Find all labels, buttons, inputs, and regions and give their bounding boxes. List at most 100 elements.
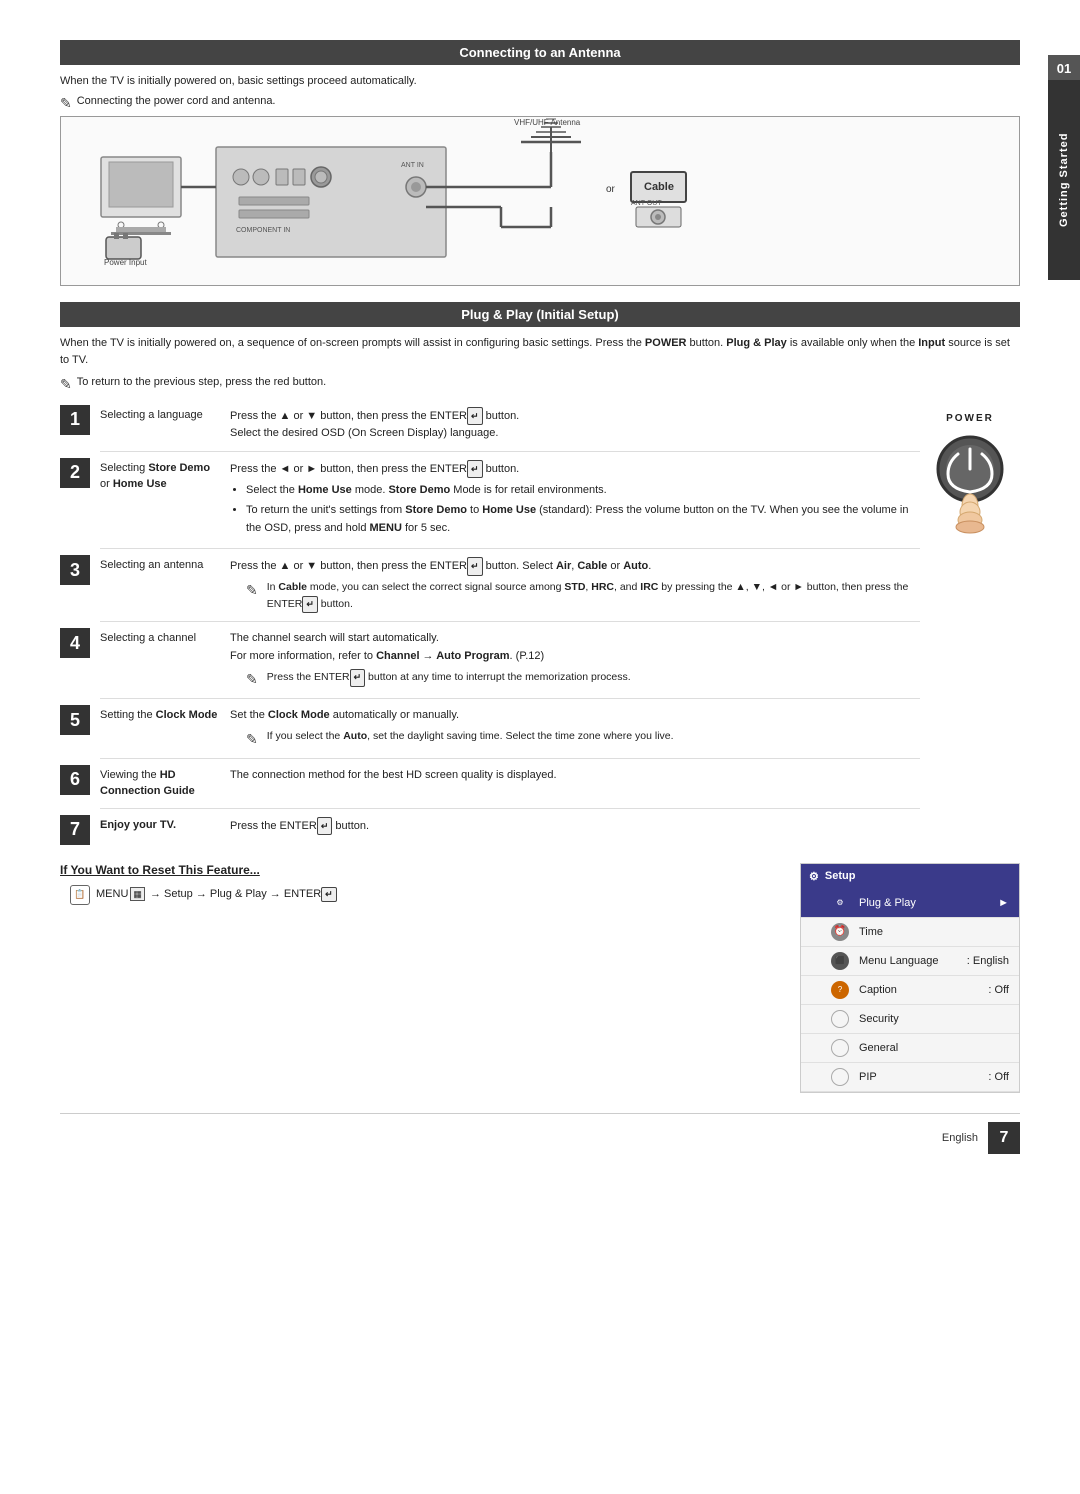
step-divider-3 bbox=[100, 621, 920, 622]
step-desc-4: The channel search will start automatica… bbox=[230, 626, 920, 690]
footer-page: 7 bbox=[988, 1122, 1020, 1154]
step-number-5: 5 bbox=[60, 705, 90, 735]
setup-menu-item-time: ⏰ Time bbox=[801, 918, 1019, 947]
section2-note-line: ✎ To return to the previous step, press … bbox=[60, 376, 1020, 393]
security-icon bbox=[831, 1010, 849, 1028]
step-label-3: Selecting an antenna bbox=[100, 553, 230, 574]
power-side: POWER bbox=[920, 403, 1020, 853]
pencil-icon-1: ✎ bbox=[60, 95, 72, 112]
diagram-svg: COMPONENT IN ANT IN or bbox=[61, 117, 1019, 285]
caption-label: Caption bbox=[859, 984, 897, 996]
power-button-svg bbox=[930, 424, 1010, 534]
pencil-icon-3: ✎ bbox=[246, 580, 258, 601]
pip-icon bbox=[831, 1068, 849, 1086]
svg-text:VHF/UHF Antenna: VHF/UHF Antenna bbox=[514, 118, 581, 127]
step-number-2: 2 bbox=[60, 458, 90, 488]
step-desc-3: Press the ▲ or ▼ button, then press the … bbox=[230, 553, 920, 613]
setup-menu: ⚙ Setup ⚙ Plug & Play ► ⏰ Time ⬛ Menu La… bbox=[800, 863, 1020, 1093]
steps-main: 1 Selecting a language Press the ▲ or ▼ … bbox=[60, 403, 920, 853]
reset-cmd-icon: 📋 bbox=[70, 885, 90, 905]
menulang-label: Menu Language bbox=[859, 955, 939, 967]
caption-icon: ? bbox=[831, 981, 849, 999]
step-divider-6 bbox=[100, 808, 920, 809]
step-label-6: Viewing the HD Connection Guide bbox=[100, 763, 230, 800]
pencil-icon-4: ✎ bbox=[246, 669, 258, 690]
plug-play-label: Plug & Play bbox=[859, 897, 916, 909]
section2-intro: When the TV is initially powered on, a s… bbox=[60, 335, 1020, 370]
general-label: General bbox=[859, 1042, 898, 1054]
setup-menu-item-plug-play: ⚙ Plug & Play ► bbox=[801, 889, 1019, 918]
steps-power-wrapper: 1 Selecting a language Press the ▲ or ▼ … bbox=[60, 403, 1020, 853]
step-divider-2 bbox=[100, 548, 920, 549]
step-row-7: 7 Enjoy your TV. Press the ENTER↵ button… bbox=[60, 813, 920, 845]
side-tab-label: Getting Started bbox=[1048, 80, 1080, 280]
step-number-3: 3 bbox=[60, 555, 90, 585]
step-number-4: 4 bbox=[60, 628, 90, 658]
setup-menu-item-pip: PIP : Off bbox=[801, 1063, 1019, 1092]
step-number-7: 7 bbox=[60, 815, 90, 845]
pencil-icon-2: ✎ bbox=[60, 376, 72, 393]
setup-menu-item-security: Security bbox=[801, 1005, 1019, 1034]
security-label: Security bbox=[859, 1013, 899, 1025]
step-row-6: 6 Viewing the HD Connection Guide The co… bbox=[60, 763, 920, 800]
section1-note: Connecting the power cord and antenna. bbox=[77, 95, 276, 107]
svg-text:or: or bbox=[606, 184, 616, 195]
time-label: Time bbox=[859, 926, 883, 938]
reset-left: If You Want to Reset This Feature... 📋 M… bbox=[60, 863, 780, 905]
caption-value: : Off bbox=[988, 984, 1009, 996]
antenna-diagram: COMPONENT IN ANT IN or bbox=[60, 116, 1020, 286]
section1-note-line: ✎ Connecting the power cord and antenna. bbox=[60, 95, 1020, 112]
side-tab-number: 01 bbox=[1048, 55, 1080, 82]
step-desc-2: Press the ◄ or ► button, then press the … bbox=[230, 456, 920, 540]
step-row-4: 4 Selecting a channel The channel search… bbox=[60, 626, 920, 690]
reset-section: If You Want to Reset This Feature... 📋 M… bbox=[60, 863, 1020, 1093]
menulang-value: : English bbox=[967, 955, 1009, 967]
svg-text:Cable: Cable bbox=[644, 181, 674, 193]
step-divider-1 bbox=[100, 451, 920, 452]
time-icon: ⏰ bbox=[831, 923, 849, 941]
setup-menu-item-menulang: ⬛ Menu Language : English bbox=[801, 947, 1019, 976]
footer-lang: English bbox=[942, 1132, 978, 1144]
section1-header: Connecting to an Antenna bbox=[60, 40, 1020, 65]
pencil-icon-5: ✎ bbox=[246, 729, 258, 750]
step-label-1: Selecting a language bbox=[100, 403, 230, 424]
step-label-5: Setting the Clock Mode bbox=[100, 703, 230, 724]
page-wrapper: 01 Getting Started Connecting to an Ante… bbox=[0, 0, 1080, 1194]
step-label-4: Selecting a channel bbox=[100, 626, 230, 647]
general-icon bbox=[831, 1039, 849, 1057]
step-row-1: 1 Selecting a language Press the ▲ or ▼ … bbox=[60, 403, 920, 443]
plug-play-icon: ⚙ bbox=[831, 894, 849, 912]
section2-header: Plug & Play (Initial Setup) bbox=[60, 302, 1020, 327]
plug-play-arrow: ► bbox=[998, 897, 1009, 909]
reset-title: If You Want to Reset This Feature... bbox=[60, 863, 780, 877]
page-footer: English 7 bbox=[60, 1113, 1020, 1154]
step-number-6: 6 bbox=[60, 765, 90, 795]
setup-menu-header: ⚙ Setup bbox=[801, 864, 1019, 889]
step-label-2: Selecting Store Demoor Home Use bbox=[100, 456, 230, 493]
step-row-2: 2 Selecting Store Demoor Home Use Press … bbox=[60, 456, 920, 540]
step-divider-4 bbox=[100, 698, 920, 699]
step-label-7: Enjoy your TV. bbox=[100, 813, 230, 834]
section2-note: To return to the previous step, press th… bbox=[77, 376, 326, 388]
section1-intro: When the TV is initially powered on, bas… bbox=[60, 73, 1020, 91]
step-desc-5: Set the Clock Mode automatically or manu… bbox=[230, 703, 920, 750]
step-desc-6: The connection method for the best HD sc… bbox=[230, 763, 920, 785]
step-desc-1: Press the ▲ or ▼ button, then press the … bbox=[230, 403, 920, 443]
step-desc-7: Press the ENTER↵ button. bbox=[230, 813, 920, 836]
step-number-1: 1 bbox=[60, 405, 90, 435]
pip-value: : Off bbox=[988, 1071, 1009, 1083]
reset-cmd-text: MENU▦ → Setup → Plug & Play → ENTER↵ bbox=[96, 887, 337, 902]
reset-cmd: 📋 MENU▦ → Setup → Plug & Play → ENTER↵ bbox=[70, 885, 780, 905]
svg-text:ANT OUT: ANT OUT bbox=[631, 200, 662, 207]
setup-header-label: Setup bbox=[825, 870, 856, 882]
svg-text:COMPONENT IN: COMPONENT IN bbox=[236, 227, 290, 234]
setup-header-icon: ⚙ bbox=[809, 870, 819, 883]
menulang-icon: ⬛ bbox=[831, 952, 849, 970]
pip-label: PIP bbox=[859, 1071, 877, 1083]
setup-menu-item-caption: ? Caption : Off bbox=[801, 976, 1019, 1005]
step-divider-5 bbox=[100, 758, 920, 759]
step-row-5: 5 Setting the Clock Mode Set the Clock M… bbox=[60, 703, 920, 750]
step-row-3: 3 Selecting an antenna Press the ▲ or ▼ … bbox=[60, 553, 920, 613]
power-label: POWER bbox=[946, 413, 994, 424]
setup-menu-item-general: General bbox=[801, 1034, 1019, 1063]
